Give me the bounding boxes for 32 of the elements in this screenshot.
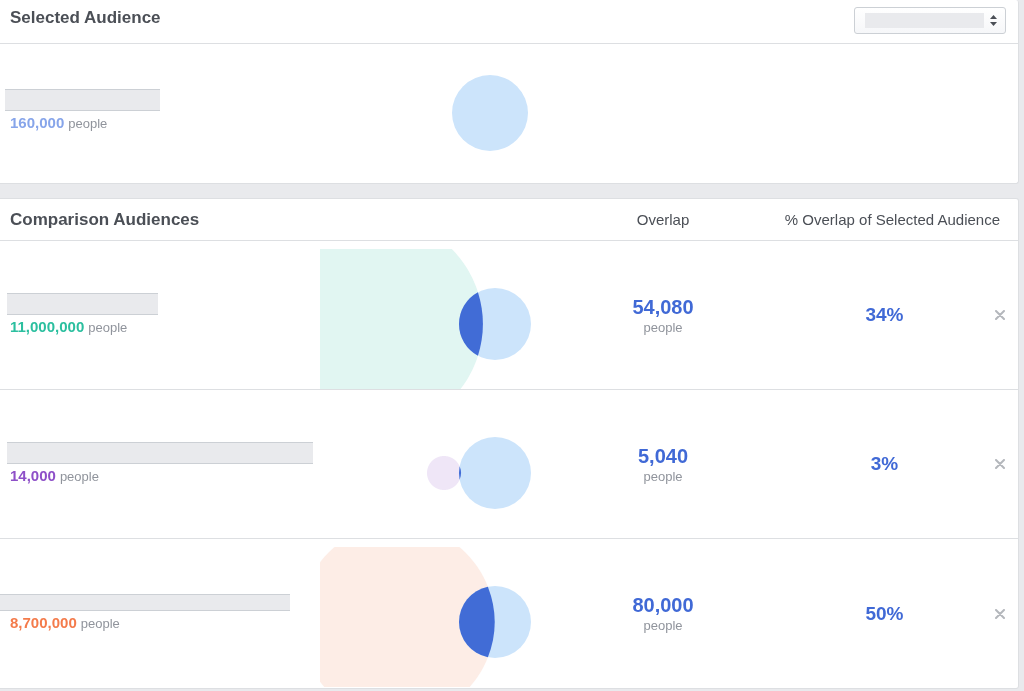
close-icon (995, 608, 1005, 619)
selected-audience-circle (459, 437, 531, 509)
audience-size: 8,700,000 (10, 614, 77, 632)
overlap-region (459, 292, 483, 356)
overlap-count: 5,040 (637, 443, 689, 468)
audience-size: 11,000,000 (10, 318, 85, 336)
overlap-count: 80,000 (632, 593, 694, 617)
card-title: Comparison Audiences (10, 208, 200, 231)
overlap-percent: 50% (865, 602, 904, 625)
remove-button[interactable] (993, 308, 1007, 322)
remove-button[interactable] (993, 606, 1007, 621)
close-icon (995, 459, 1005, 469)
people-label: people (68, 115, 108, 133)
overlap-region (459, 586, 495, 658)
close-icon (995, 310, 1005, 320)
remove-button[interactable] (993, 457, 1007, 471)
updown-caret-icon (990, 15, 997, 26)
overlap-count: 54,080 (632, 294, 694, 319)
people-label: people (80, 615, 120, 633)
people-label: people (643, 318, 683, 336)
column-header: % Overlap of Selected Audience (784, 211, 1000, 228)
audience-size: 160,000 (10, 114, 65, 132)
overlap-percent: 3% (870, 453, 899, 475)
column-header: Overlap (636, 211, 690, 228)
audience-dropdown[interactable] (854, 7, 1006, 34)
audience-size: 14,000 (10, 467, 56, 485)
people-label: people (59, 468, 99, 486)
people-label: people (643, 467, 683, 485)
people-label: people (643, 617, 683, 634)
people-label: people (88, 319, 128, 337)
overlap-percent: 34% (865, 304, 904, 326)
card-title: Selected Audience (10, 7, 161, 29)
